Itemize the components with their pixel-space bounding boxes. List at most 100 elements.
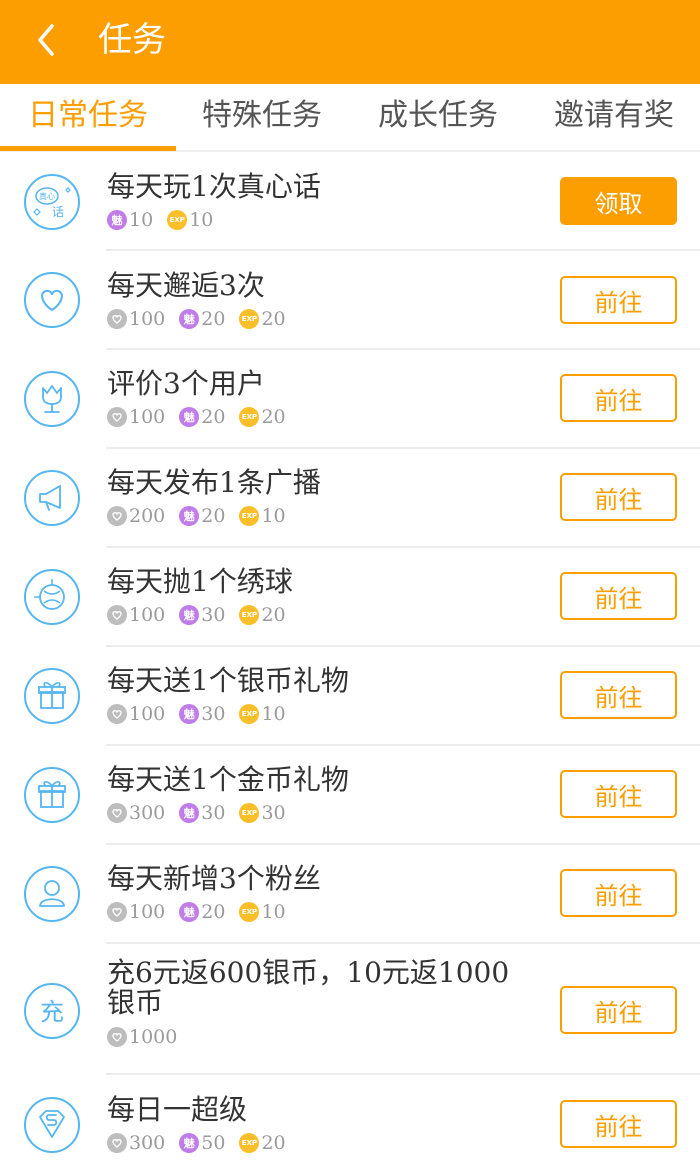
reward-exp-value: 10 — [261, 901, 286, 923]
tab-bar: 日常任务 特殊任务 成长任务 邀请有奖 — [0, 84, 700, 152]
reward-silver: 100 — [107, 603, 165, 627]
charm-icon: 魅 — [179, 605, 200, 625]
reward-silver-value: 300 — [129, 802, 166, 824]
go-button[interactable]: 前往 — [560, 1100, 677, 1148]
tab-growth[interactable]: 成长任务 — [378, 96, 498, 136]
task-title: 评价3个用户 — [107, 367, 265, 400]
task-row: 每天发布1条广播 200 魅 20 EXP 10 前往 — [0, 449, 700, 548]
gift-icon — [24, 668, 80, 724]
silver-coin-icon — [107, 902, 127, 922]
superman-icon — [24, 1097, 80, 1153]
task-rewards: 100 魅 20 EXP 10 — [107, 900, 300, 924]
task-title: 充6元返600银币，10元返1000银币 — [107, 956, 510, 1019]
exp-icon: EXP — [239, 605, 260, 625]
reward-charm: 魅 50 — [179, 1131, 225, 1155]
go-button[interactable]: 前往 — [560, 572, 677, 620]
silver-coin-icon — [107, 506, 127, 526]
reward-exp: EXP 10 — [239, 900, 286, 924]
task-rewards: 1000 — [107, 1025, 191, 1049]
reward-charm-value: 30 — [201, 703, 226, 725]
reward-exp-value: 20 — [261, 308, 286, 330]
reward-exp-value: 20 — [261, 604, 286, 626]
reward-charm-value: 50 — [201, 1132, 226, 1154]
reward-silver: 100 — [107, 702, 165, 726]
reward-charm-value: 20 — [201, 406, 226, 428]
reward-silver-value: 100 — [129, 604, 166, 626]
task-title: 每天玩1次真心话 — [107, 170, 321, 203]
reward-charm: 魅 20 — [179, 307, 225, 331]
task-row: 每日一超级 300 魅 50 EXP 20 前往 — [0, 1075, 700, 1164]
task-row: 每天送1个银币礼物 100 魅 30 EXP 10 前往 — [0, 647, 700, 746]
page-title: 任务 — [98, 20, 166, 60]
tab-daily[interactable]: 日常任务 — [28, 96, 148, 136]
go-button[interactable]: 前往 — [560, 276, 677, 324]
task-row: 每天新增3个粉丝 100 魅 20 EXP 10 前往 — [0, 845, 700, 944]
task-row: 每天抛1个绣球 100 魅 30 EXP 20 前往 — [0, 548, 700, 647]
task-rewards: 100 魅 30 EXP 20 — [107, 603, 300, 627]
exp-icon: EXP — [239, 309, 260, 329]
silver-coin-icon — [107, 1027, 127, 1047]
tab-invite[interactable]: 邀请有奖 — [554, 96, 674, 136]
go-button[interactable]: 前往 — [560, 374, 677, 422]
charm-icon: 魅 — [179, 309, 200, 329]
reward-silver: 300 — [107, 1131, 165, 1155]
reward-exp: EXP 20 — [239, 1131, 286, 1155]
exp-icon: EXP — [239, 902, 260, 922]
charm-icon: 魅 — [179, 407, 200, 427]
reward-silver-value: 300 — [129, 1132, 166, 1154]
go-button[interactable]: 前往 — [560, 986, 677, 1034]
charm-icon: 魅 — [179, 803, 200, 823]
go-button[interactable]: 前往 — [560, 869, 677, 917]
reward-charm: 魅 30 — [179, 702, 225, 726]
task-row: 每天邂逅3次 100 魅 20 EXP 20 前往 — [0, 251, 700, 350]
go-button[interactable]: 前往 — [560, 671, 677, 719]
reward-exp-value: 20 — [261, 1132, 286, 1154]
task-title: 每天新增3个粉丝 — [107, 862, 321, 895]
task-row: 评价3个用户 100 魅 20 EXP 20 前往 — [0, 350, 700, 449]
reward-charm: 魅 10 — [107, 208, 153, 232]
task-title: 每天送1个银币礼物 — [107, 664, 349, 697]
reward-silver-value: 100 — [129, 406, 166, 428]
reward-exp-value: 10 — [189, 209, 214, 231]
task-row: 真心 话 每天玩1次真心话魅 10 EXP 10 领取 — [0, 152, 700, 251]
reward-exp: EXP 10 — [239, 702, 286, 726]
reward-charm-value: 20 — [201, 308, 226, 330]
svg-text:真心: 真心 — [39, 191, 55, 201]
go-button[interactable]: 前往 — [560, 770, 677, 818]
reward-exp: EXP 20 — [239, 405, 286, 429]
reward-exp: EXP 20 — [239, 307, 286, 331]
claim-button[interactable]: 领取 — [560, 177, 677, 225]
silver-coin-icon — [107, 407, 127, 427]
exp-icon: EXP — [239, 407, 260, 427]
task-title: 每天抛1个绣球 — [107, 565, 293, 598]
reward-exp-value: 10 — [261, 505, 286, 527]
silver-coin-icon — [107, 1133, 127, 1153]
reward-silver: 1000 — [107, 1025, 177, 1049]
exp-icon: EXP — [239, 704, 260, 724]
reward-exp: EXP 10 — [167, 208, 213, 232]
task-title: 每天送1个金币礼物 — [107, 763, 349, 796]
reward-charm: 魅 20 — [179, 900, 225, 924]
task-rewards: 300 魅 50 EXP 20 — [107, 1131, 300, 1155]
svg-text:话: 话 — [52, 205, 64, 219]
exp-icon: EXP — [239, 803, 260, 823]
charm-icon: 魅 — [179, 1133, 200, 1153]
go-button[interactable]: 前往 — [560, 473, 677, 521]
task-rewards: 魅 10 EXP 10 — [107, 208, 227, 232]
user-icon — [24, 866, 80, 922]
reward-charm-value: 10 — [129, 209, 154, 231]
reward-silver: 100 — [107, 900, 165, 924]
gift-icon — [24, 767, 80, 823]
charm-icon: 魅 — [179, 902, 200, 922]
task-rewards: 100 魅 30 EXP 10 — [107, 702, 300, 726]
reward-silver-value: 100 — [129, 901, 166, 923]
chevron-left-icon[interactable] — [28, 18, 68, 62]
truth-talk-icon: 真心 话 — [24, 174, 80, 230]
recharge-icon: 充 — [24, 983, 80, 1039]
charm-icon: 魅 — [179, 704, 200, 724]
tab-special[interactable]: 特殊任务 — [202, 96, 322, 136]
exp-icon: EXP — [239, 1133, 260, 1153]
reward-silver-value: 100 — [129, 703, 166, 725]
reward-charm-value: 30 — [201, 802, 226, 824]
task-rewards: 200 魅 20 EXP 10 — [107, 504, 300, 528]
